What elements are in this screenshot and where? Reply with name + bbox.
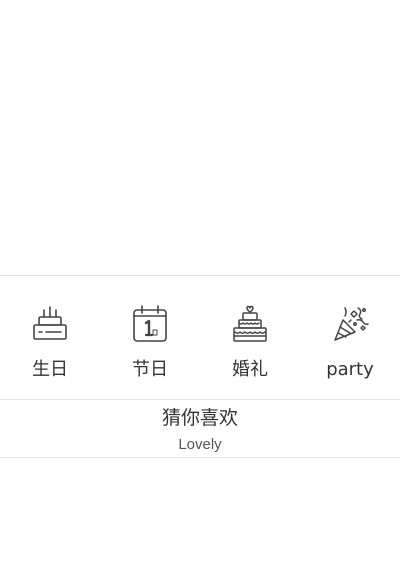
party-popper-icon <box>331 304 369 344</box>
category-wedding[interactable]: 婚礼 <box>200 276 300 399</box>
recommend-subtitle: Lovely <box>178 436 222 453</box>
category-party[interactable]: party <box>300 276 400 399</box>
recommend-title: 猜你喜欢 <box>161 407 238 429</box>
page: 生日 节日 婚礼 party 猜你喜欢 Lovely <box>0 0 400 570</box>
category-label-festival: 节日 <box>132 359 168 380</box>
category-label-birthday: 生日 <box>32 359 68 380</box>
recommend-header: 猜你喜欢 Lovely <box>0 401 400 457</box>
category-nav: 生日 节日 婚礼 party <box>0 276 400 399</box>
wedding-cake-icon <box>231 304 269 344</box>
divider-bottom <box>0 457 400 458</box>
category-label-party: party <box>326 359 374 380</box>
category-festival[interactable]: 节日 <box>100 276 200 399</box>
category-birthday[interactable]: 生日 <box>0 276 100 399</box>
category-label-wedding: 婚礼 <box>232 359 268 380</box>
birthday-cake-icon <box>31 304 69 344</box>
banner-area <box>0 0 400 275</box>
divider-middle <box>0 399 400 400</box>
calendar-icon <box>131 304 169 344</box>
